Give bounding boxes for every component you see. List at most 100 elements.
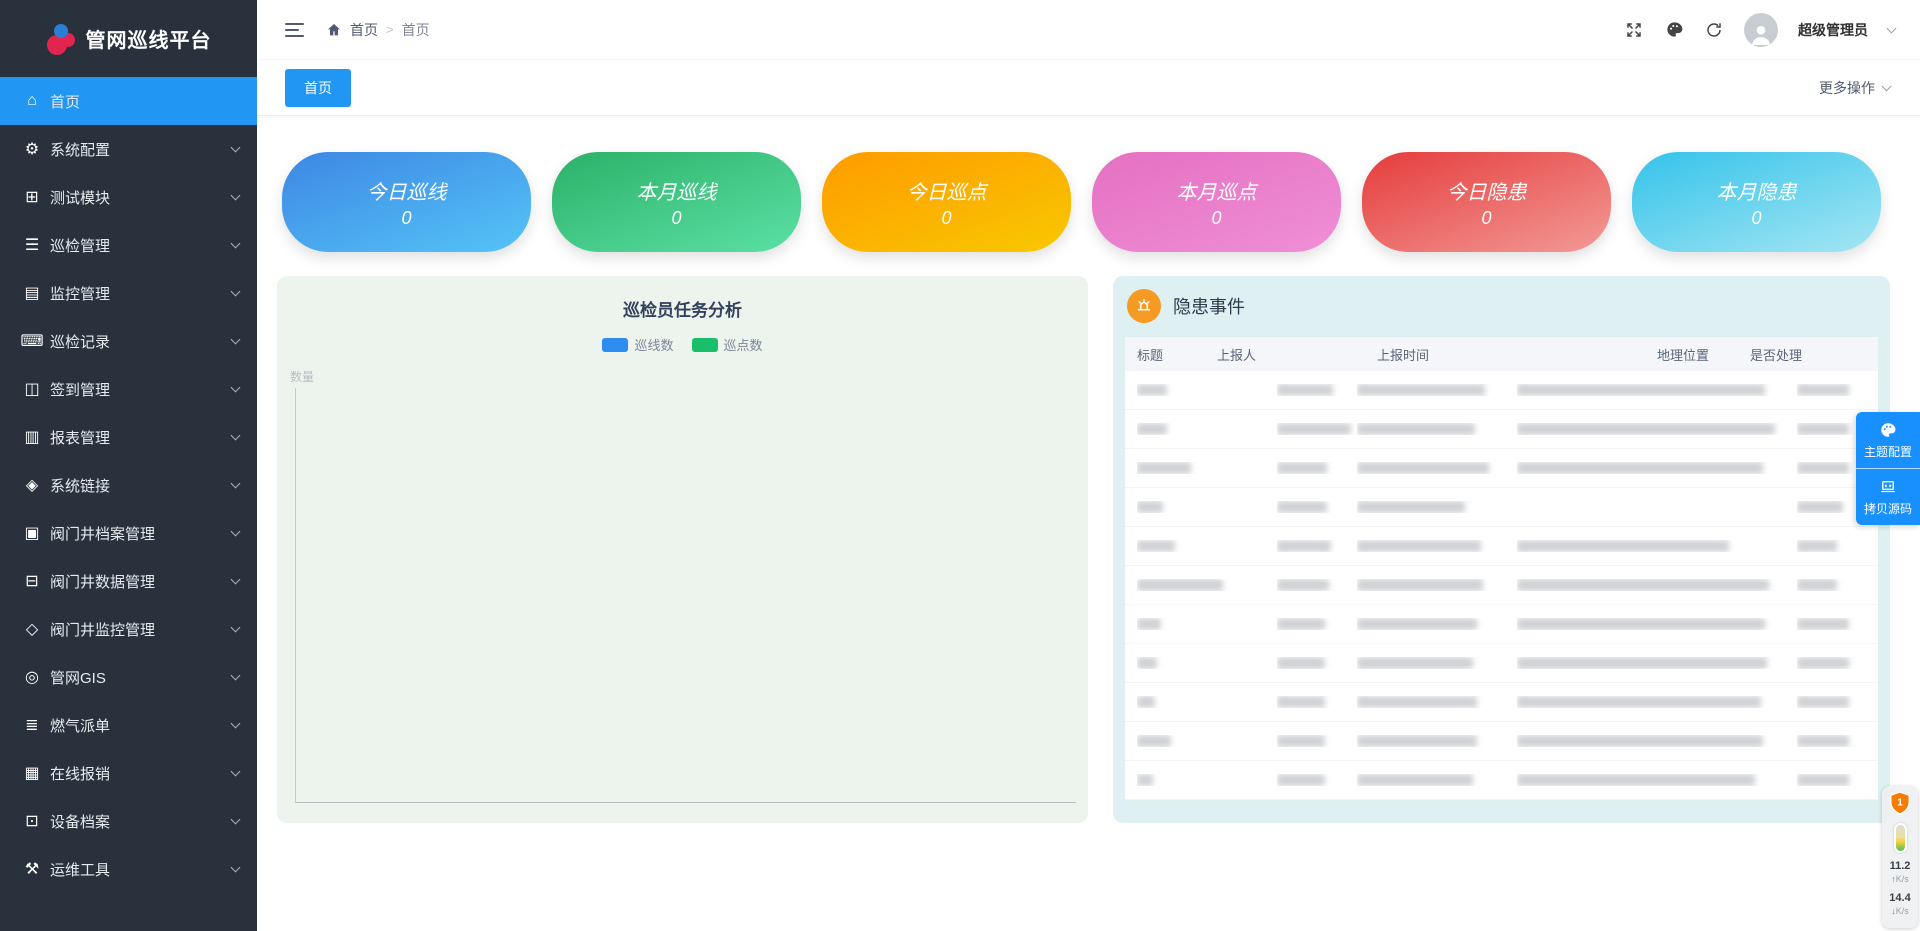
refresh-icon[interactable]	[1704, 20, 1724, 40]
copy-source-button[interactable]: 拷贝源码	[1856, 468, 1920, 525]
stat-card-value: 0	[1751, 208, 1761, 229]
cell-handled-redacted	[1797, 384, 1890, 396]
sidebar-item[interactable]: ≣ 燃气派单	[0, 701, 257, 749]
user-name[interactable]: 超级管理员	[1798, 20, 1868, 40]
stat-card[interactable]: 本月巡线 0	[552, 152, 801, 252]
chevron-down-icon	[231, 190, 241, 200]
stat-card-label: 本月巡点	[1177, 176, 1257, 205]
sidebar-item[interactable]: ▥ 报表管理	[0, 413, 257, 461]
sidebar-toggle-icon[interactable]	[285, 23, 304, 37]
table-row[interactable]	[1125, 449, 1878, 488]
table-row[interactable]	[1125, 371, 1878, 410]
sidebar-item-label: 设备档案	[50, 811, 232, 832]
sidebar-item[interactable]: ⚙ 系统配置	[0, 125, 257, 173]
table-row[interactable]	[1125, 605, 1878, 644]
tab-bar: 首页 更多操作	[257, 61, 1920, 116]
sidebar-item[interactable]: ◎ 管网GIS	[0, 653, 257, 701]
net-monitor-widget[interactable]: 1 11.2 ↑K/s 14.4 ↓K/s	[1882, 786, 1918, 928]
cell-location-redacted	[1517, 423, 1797, 435]
theme-config-label: 主题配置	[1864, 445, 1912, 459]
column-header: 上报时间	[1377, 345, 1657, 364]
cell-report-time-redacted	[1357, 540, 1517, 552]
report-icon: ▥	[20, 427, 44, 447]
cell-handled-redacted	[1797, 618, 1890, 630]
ops-tools-icon: ⚒	[20, 859, 44, 879]
chevron-down-icon	[231, 334, 241, 344]
legend-label: 巡点数	[724, 335, 763, 354]
sidebar-item[interactable]: ⊡ 设备档案	[0, 797, 257, 845]
breadcrumb-root[interactable]: 首页	[350, 20, 378, 40]
stat-card[interactable]: 本月隐患 0	[1632, 152, 1881, 252]
fullscreen-icon[interactable]	[1624, 20, 1644, 40]
table-row[interactable]	[1125, 488, 1878, 527]
table-row[interactable]	[1125, 566, 1878, 605]
sidebar-item[interactable]: ⊞ 测试模块	[0, 173, 257, 221]
sidebar-item[interactable]: ▦ 在线报销	[0, 749, 257, 797]
cell-handled-redacted	[1797, 735, 1890, 747]
cell-report-time-redacted	[1357, 384, 1517, 396]
cell-report-time-redacted	[1357, 501, 1517, 513]
expense-icon: ▦	[20, 763, 44, 783]
sidebar-item[interactable]: ⌨ 巡检记录	[0, 317, 257, 365]
chart-legend: 巡线数 巡点数	[277, 335, 1088, 354]
sidebar-item-label: 在线报销	[50, 763, 232, 784]
chevron-down-icon	[231, 286, 241, 296]
cell-report-time-redacted	[1357, 657, 1517, 669]
download-value: 14.4	[1889, 893, 1910, 904]
cell-report-time-redacted	[1357, 579, 1517, 591]
cell-reporter-redacted	[1277, 735, 1357, 747]
cell-title-redacted	[1137, 462, 1277, 474]
sidebar-item[interactable]: ⌂ 首页	[0, 77, 257, 125]
column-header: 上报人	[1217, 345, 1377, 364]
stat-card[interactable]: 今日隐患 0	[1362, 152, 1611, 252]
stat-card[interactable]: 今日巡点 0	[822, 152, 1071, 252]
book-icon: ◫	[20, 379, 44, 399]
user-avatar[interactable]	[1744, 13, 1778, 47]
sidebar-item[interactable]: ⊟ 阀门井数据管理	[0, 557, 257, 605]
cell-reporter-redacted	[1277, 579, 1357, 591]
sidebar-item[interactable]: ⚒ 运维工具	[0, 845, 257, 893]
sidebar-item-label: 系统配置	[50, 139, 232, 160]
sidebar-item-label: 系统链接	[50, 475, 232, 496]
chevron-down-icon	[231, 718, 241, 728]
cell-location-redacted	[1517, 735, 1797, 747]
legend-item[interactable]: 巡线数	[602, 335, 673, 354]
laptop-icon: ⌨	[20, 331, 44, 351]
stat-card[interactable]: 本月巡点 0	[1092, 152, 1341, 252]
table-row[interactable]	[1125, 683, 1878, 722]
cube-link-icon: ◈	[20, 475, 44, 495]
table-row[interactable]	[1125, 761, 1878, 800]
logo-icon	[46, 24, 76, 54]
cell-report-time-redacted	[1357, 462, 1517, 474]
table-row[interactable]	[1125, 722, 1878, 761]
svg-text:1: 1	[1897, 798, 1903, 809]
theme-config-button[interactable]: 主题配置	[1856, 412, 1920, 468]
stat-card-label: 本月隐患	[1717, 176, 1797, 205]
sidebar-item[interactable]: ☰ 巡检管理	[0, 221, 257, 269]
table-row[interactable]	[1125, 410, 1878, 449]
sidebar-item[interactable]: ▤ 监控管理	[0, 269, 257, 317]
more-operations-button[interactable]: 更多操作	[1819, 78, 1890, 98]
gear-icon: ⚙	[20, 139, 44, 159]
column-header: 地理位置	[1657, 345, 1750, 364]
legend-item[interactable]: 巡点数	[692, 335, 763, 354]
cell-report-time-redacted	[1357, 696, 1517, 708]
table-row[interactable]	[1125, 644, 1878, 683]
tab-home[interactable]: 首页	[285, 69, 351, 107]
sidebar-menu: ⌂ 首页 ⚙ 系统配置 ⊞ 测试模块 ☰ 巡检管理	[0, 77, 257, 893]
header-actions: 超级管理员	[1624, 13, 1895, 47]
sidebar-item-label: 阀门井档案管理	[50, 523, 232, 544]
sidebar-item[interactable]: ◇ 阀门井监控管理	[0, 605, 257, 653]
cell-location-redacted	[1517, 540, 1797, 552]
theme-palette-icon[interactable]	[1664, 20, 1684, 40]
chevron-down-icon[interactable]	[1887, 23, 1897, 33]
table-row[interactable]	[1125, 527, 1878, 566]
alarm-icon	[1127, 289, 1161, 323]
sidebar-item[interactable]: ◫ 签到管理	[0, 365, 257, 413]
stat-card[interactable]: 今日巡线 0	[282, 152, 531, 252]
sidebar-item[interactable]: ◈ 系统链接	[0, 461, 257, 509]
chevron-down-icon	[231, 574, 241, 584]
floating-side-tools: 主题配置 拷贝源码	[1856, 412, 1920, 525]
cube-monitor-icon: ◇	[20, 619, 44, 639]
sidebar-item[interactable]: ▣ 阀门井档案管理	[0, 509, 257, 557]
